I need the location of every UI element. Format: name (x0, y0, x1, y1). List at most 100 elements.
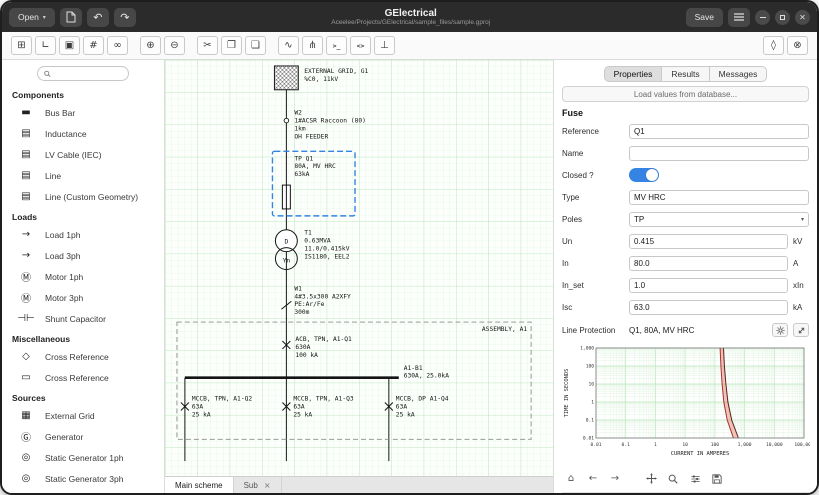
terminal-button[interactable]: >_ (326, 36, 347, 55)
sidebar-item-inductance[interactable]: ▤ Inductance (2, 123, 164, 144)
close-button[interactable]: ✕ (795, 9, 810, 25)
isc-input[interactable] (629, 299, 788, 315)
sidebar-item-label: Generator (45, 431, 84, 442)
protection-expand-button[interactable] (793, 323, 809, 337)
svg-text:1,000: 1,000 (738, 442, 752, 448)
reference-input[interactable] (629, 123, 809, 139)
undo-button[interactable]: ↶ (86, 7, 109, 27)
transformer-secondary-vector: Yn (283, 258, 291, 265)
component-sidebar: Components ▬ Bus Bar ▤ Inductance ▤ LV Cabl… (2, 60, 165, 493)
link-reference-icon: ∞ (113, 40, 122, 51)
svg-text:TIME IN SECONDS: TIME IN SECONDS (564, 369, 570, 418)
svg-text:1,000: 1,000 (580, 346, 594, 352)
chart-home-button[interactable]: ⌂ (564, 472, 578, 485)
paste-button[interactable]: ❏ (245, 36, 266, 55)
tab-messages[interactable]: Messages (708, 66, 768, 82)
zoom-in-button[interactable]: ⊕ (140, 36, 161, 55)
chart-configure-button[interactable] (688, 472, 702, 485)
schematic-viewport[interactable]: ASSEMBLY, A1 EXTERNAL GRID, G1 %C0, 11kV… (165, 60, 553, 476)
earth-probe-button[interactable]: ⊥ (374, 36, 395, 55)
sidebar-item-load-3ph[interactable]: → Load 3ph (2, 245, 164, 266)
close-icon: ✕ (799, 12, 806, 22)
sidebar-item-motor-3ph[interactable]: Ⓜ Motor 3ph (2, 287, 164, 308)
w1-conductor: 4#3.5x300 A2XFY (294, 293, 351, 300)
mccb3-breaking-capacity: 25 kA (396, 411, 415, 418)
tab-close-icon[interactable]: × (264, 481, 271, 490)
save-button[interactable]: Save (685, 7, 723, 27)
chart-back-button[interactable]: ← (586, 472, 600, 485)
cut-button[interactable]: ✂ (197, 36, 218, 55)
sidebar-item-generator[interactable]: Ⓖ Generator (2, 426, 164, 447)
in-input[interactable] (629, 255, 788, 271)
chart-forward-button[interactable]: → (608, 472, 622, 485)
redo-button[interactable]: ↷ (113, 7, 136, 27)
titlebar-left: Open ▾ ↶ ↷ (9, 7, 136, 27)
menu-button[interactable] (728, 7, 750, 27)
copy-button[interactable]: ❐ (221, 36, 242, 55)
svg-text:CURRENT IN AMPERES: CURRENT IN AMPERES (671, 451, 729, 457)
draw-wire-button[interactable]: ∟ (35, 36, 56, 55)
insert-reference-button[interactable]: # (83, 36, 104, 55)
assembly-label: ASSEMBLY, A1 (482, 326, 527, 333)
sidebar-item-external-grid[interactable]: ▦ External Grid (2, 405, 164, 426)
component-search-input[interactable] (54, 69, 122, 78)
link-reference-button[interactable]: ∞ (107, 36, 128, 55)
svg-text:0.1: 0.1 (622, 442, 631, 448)
fuse-label: TP Q1 (294, 155, 313, 162)
sidebar-item-bus-bar[interactable]: ▬ Bus Bar (2, 102, 164, 123)
sidebar-item-motor-1ph[interactable]: Ⓜ Motor 1ph (2, 266, 164, 287)
tab-sub[interactable]: Sub × (234, 477, 282, 493)
in-set-input[interactable] (629, 277, 788, 293)
minimize-button[interactable] (755, 9, 770, 25)
name-input[interactable] (629, 145, 809, 161)
insert-component-button[interactable]: ⊞ (11, 36, 32, 55)
new-file-button[interactable] (59, 7, 82, 27)
tab-results[interactable]: Results (661, 66, 710, 82)
program-code-button[interactable]: <> (350, 36, 371, 55)
isc-unit: kA (793, 302, 803, 312)
maximize-button[interactable] (775, 9, 790, 25)
field-row-closed: Closed ? (562, 166, 809, 184)
close-view-button[interactable]: ⊗ (787, 36, 808, 55)
component-search[interactable] (37, 66, 129, 81)
chart-pan-button[interactable] (644, 472, 658, 485)
network-model-button[interactable]: ⋔ (302, 36, 323, 55)
clear-results-button[interactable]: ◊ (763, 36, 784, 55)
sidebar-item-load-1ph[interactable]: → Load 1ph (2, 224, 164, 245)
fuse-breaking-capacity: 63kA (294, 171, 309, 178)
schematic-canvas[interactable]: ASSEMBLY, A1 EXTERNAL GRID, G1 %C0, 11kV… (165, 60, 553, 476)
bus-rating: 630A, 25.0kA (404, 373, 449, 380)
in-unit: A (793, 258, 799, 268)
load-from-database-button[interactable]: Load values from database... (562, 86, 809, 102)
svg-text:1: 1 (591, 400, 594, 406)
sidebar-item-shunt-capacitor[interactable]: ⊣⊢ Shunt Capacitor (2, 308, 164, 329)
sidebar-item-lv-cable[interactable]: ▤ LV Cable (IEC) (2, 144, 164, 165)
sidebar-item-static-generator-1ph[interactable]: ◎ Static Generator 1ph (2, 447, 164, 468)
type-input[interactable] (629, 189, 809, 205)
chart-save-button[interactable] (710, 472, 724, 485)
protection-settings-button[interactable] (772, 323, 788, 337)
chart-zoom-button[interactable] (666, 472, 680, 485)
transformer-standard: IS1180, EEL2 (304, 254, 349, 261)
open-button[interactable]: Open ▾ (9, 7, 55, 27)
sidebar-item-static-generator-3ph[interactable]: ◎ Static Generator 3ph (2, 468, 164, 489)
poles-select[interactable]: TP ▾ (629, 211, 809, 227)
sidebar-item-line-custom[interactable]: ▤ Line (Custom Geometry) (2, 186, 164, 207)
mccb1-label: MCCB, TPN, A1-Q2 (192, 396, 253, 403)
zoom-out-button[interactable]: ⊖ (164, 36, 185, 55)
sidebar-item-cross-reference[interactable]: ◇ Cross Reference (2, 346, 164, 367)
un-input[interactable] (629, 233, 788, 249)
acb-breaking-capacity: 100 kA (295, 352, 318, 359)
sidebar-item-label: Load 3ph (45, 250, 81, 261)
tab-properties[interactable]: Properties (603, 66, 663, 82)
sidebar-item-label: Bus Bar (45, 107, 76, 118)
floppy-save-icon (712, 473, 722, 484)
run-analysis-button[interactable]: ∿ (278, 36, 299, 55)
protection-curve-chart[interactable]: 0.01 0.1 1 10 100 1,000 10,000 100,000 1,000 100 1… (562, 344, 814, 467)
tab-main-scheme[interactable]: Main scheme (165, 477, 234, 493)
divider (562, 492, 809, 493)
sidebar-item-line[interactable]: ▤ Line (2, 165, 164, 186)
insert-assembly-button[interactable]: ▣ (59, 36, 80, 55)
sidebar-item-cross-reference-2[interactable]: ▭ Cross Reference (2, 367, 164, 388)
closed-toggle[interactable] (629, 168, 659, 182)
